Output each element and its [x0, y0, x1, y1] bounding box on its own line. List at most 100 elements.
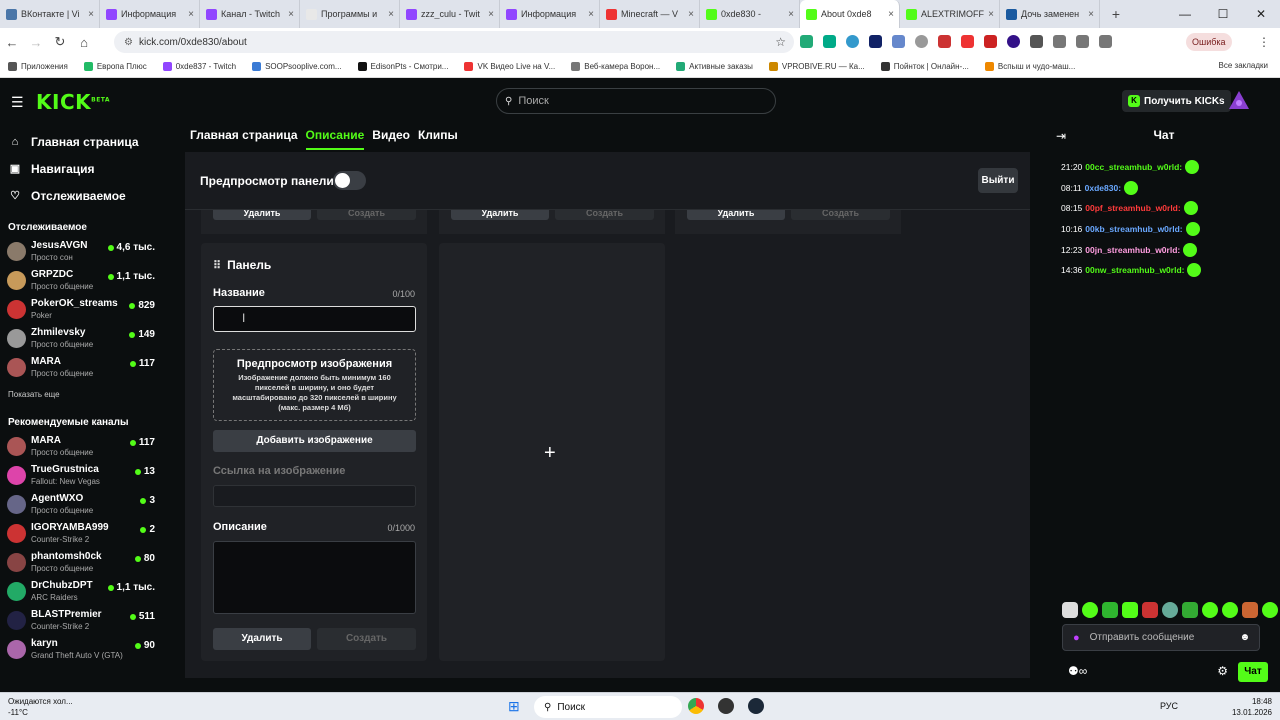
chat-settings-icon[interactable]: ⚙	[1217, 664, 1228, 678]
tab-close-icon[interactable]: ×	[188, 9, 194, 20]
language-indicator[interactable]: РУС	[1160, 701, 1178, 711]
bookmark-item[interactable]: SOOPsooplive.com...	[244, 62, 349, 71]
extension-icon[interactable]	[961, 35, 974, 48]
tab-close-icon[interactable]: ×	[288, 9, 294, 20]
channel-item[interactable]: phantomsh0ck Просто общение 80	[0, 548, 175, 577]
tab-close-icon[interactable]: ×	[488, 9, 494, 20]
bookmark-star-icon[interactable]: ☆	[775, 35, 786, 49]
channel-item[interactable]: TrueGrustnica Fallout: New Vegas 13	[0, 461, 175, 490]
message-username[interactable]: 00jn_streamhub_w0rld:	[1085, 245, 1180, 255]
bookmark-item[interactable]: VPROBIVE.RU — Ка...	[761, 62, 873, 71]
browser-tab[interactable]: Дочь заменен ×	[1000, 0, 1100, 28]
browser-tab[interactable]: Информация ×	[100, 0, 200, 28]
menu-icon[interactable]	[1099, 35, 1112, 48]
browser-tab[interactable]: zzz_culu - Twit ×	[400, 0, 500, 28]
channel-item[interactable]: MARA Просто общение 117	[0, 432, 175, 461]
tab-close-icon[interactable]: ×	[688, 9, 694, 20]
bookmark-item[interactable]: Пойнток | Онлайн-...	[873, 62, 977, 71]
browser-tab[interactable]: Информация ×	[500, 0, 600, 28]
sidebar-nav-item[interactable]: ⌂ Главная страница	[0, 128, 175, 155]
sidebar-nav-item[interactable]: ♡ Отслеживаемое	[0, 182, 175, 209]
hamburger-menu-icon[interactable]: ☰	[11, 94, 24, 111]
message-username[interactable]: 00kb_streamhub_w0rld:	[1085, 224, 1182, 234]
browser-tab[interactable]: Программы и ×	[300, 0, 400, 28]
puzzle-icon[interactable]	[1053, 35, 1066, 48]
emote-icon[interactable]	[1122, 602, 1138, 618]
extension-icon[interactable]	[984, 35, 997, 48]
create-panel-button[interactable]: Создать	[317, 628, 416, 650]
windows-start-icon[interactable]: ⊞	[508, 698, 520, 715]
emote-icon[interactable]	[1102, 602, 1118, 618]
channel-tab[interactable]: Клипы	[418, 128, 458, 150]
channel-item[interactable]: DrChubzDPT ARC Raiders 1,1 тыс.	[0, 577, 175, 606]
url-field[interactable]: ⚙ kick.com/0xde830/about ☆	[114, 31, 794, 53]
site-info-icon[interactable]: ⚙	[124, 37, 133, 48]
reload-icon[interactable]: ↻	[48, 34, 72, 50]
close-window-icon[interactable]: ✕	[1242, 0, 1280, 28]
steam-icon[interactable]	[748, 698, 764, 714]
channel-tab[interactable]: Главная страница	[190, 128, 298, 150]
browser-tab[interactable]: ВКонтакте | Vi ×	[0, 0, 100, 28]
add-panel-plus-icon[interactable]: +	[544, 442, 556, 465]
browser-tab[interactable]: 0xde830 - ×	[700, 0, 800, 28]
channel-item[interactable]: JesusAVGN Просто сон 4,6 тыс.	[0, 237, 175, 266]
tab-close-icon[interactable]: ×	[988, 9, 994, 20]
tab-close-icon[interactable]: ×	[388, 9, 394, 20]
bookmark-item[interactable]: EdisonPts - Смотри...	[350, 62, 457, 71]
channel-item[interactable]: MARA Просто общение 117	[0, 353, 175, 382]
taskbar-search[interactable]: ⚲ Поиск	[534, 696, 682, 718]
message-username[interactable]: 0xde830:	[1085, 183, 1121, 193]
channel-item[interactable]: IGORYAMBA999 Counter-Strike 2 2	[0, 519, 175, 548]
channel-item[interactable]: Zhmilevsky Просто общение 149	[0, 324, 175, 353]
sidebar-nav-item[interactable]: ▣ Навигация	[0, 155, 175, 182]
back-icon[interactable]: ←	[0, 35, 24, 50]
message-username[interactable]: 00nw_streamhub_w0rld:	[1085, 265, 1184, 275]
error-badge[interactable]: Ошибка	[1186, 33, 1232, 51]
extension-icon[interactable]	[846, 35, 859, 48]
name-input[interactable]: I	[213, 306, 416, 332]
extension-icon[interactable]	[800, 35, 813, 48]
channel-item[interactable]: AgentWXO Просто общение 3	[0, 490, 175, 519]
bookmark-item[interactable]: 0xde837 - Twitch	[155, 62, 244, 71]
bookmark-item[interactable]: Приложения	[0, 62, 76, 71]
emote-icon[interactable]	[1142, 602, 1158, 618]
extension-icon[interactable]	[823, 35, 836, 48]
channel-item[interactable]: GRPZDC Просто общение 1,1 тыс.	[0, 266, 175, 295]
new-tab-icon[interactable]: +	[1106, 6, 1126, 22]
browser-tab[interactable]: Minecraft — V ×	[600, 0, 700, 28]
bookmark-item[interactable]: Европа Плюс	[76, 62, 155, 71]
home-icon[interactable]: ⌂	[72, 35, 96, 50]
user-avatar-icon[interactable]	[1228, 90, 1250, 110]
extension-icon[interactable]	[938, 35, 951, 48]
message-username[interactable]: 00pf_streamhub_w0rld:	[1085, 203, 1180, 213]
channel-item[interactable]: BLASTPremier Counter-Strike 2 511	[0, 606, 175, 635]
extension-icon[interactable]	[892, 35, 905, 48]
extension-icon[interactable]	[915, 35, 928, 48]
tab-close-icon[interactable]: ×	[788, 9, 794, 20]
chat-input-box[interactable]: ● ☻	[1062, 624, 1260, 651]
emote-icon[interactable]	[1062, 602, 1078, 618]
tab-close-icon[interactable]: ×	[88, 9, 94, 20]
search-input[interactable]	[518, 95, 759, 107]
chrome-icon[interactable]	[688, 698, 704, 714]
maximize-icon[interactable]: ☐	[1204, 0, 1242, 28]
drag-handle-icon[interactable]: ⠿	[213, 259, 221, 272]
panel-preview-toggle[interactable]	[333, 171, 366, 190]
forward-icon[interactable]: →	[24, 35, 48, 50]
weather-widget[interactable]: Ожидаются хол... -11°C	[8, 696, 73, 718]
channel-item[interactable]: karyn Grand Theft Auto V (GTA) 90	[0, 635, 175, 664]
bookmark-item[interactable]: Активные заказы	[668, 62, 761, 71]
extension-icon[interactable]	[1030, 35, 1043, 48]
tab-close-icon[interactable]: ×	[588, 9, 594, 20]
kicks-balance-icon[interactable]: ⚉∞	[1068, 664, 1087, 678]
minimize-icon[interactable]: —	[1166, 0, 1204, 28]
tab-close-icon[interactable]: ×	[888, 9, 894, 20]
bookmark-item[interactable]: Вспыш и чудо-маш...	[977, 62, 1083, 71]
emote-icon[interactable]	[1202, 602, 1218, 618]
kick-logo[interactable]: KICKBETA	[36, 90, 110, 114]
send-chat-button[interactable]: Чат	[1238, 662, 1268, 682]
browser-tab[interactable]: About 0xde8 ×	[800, 0, 900, 28]
add-image-button[interactable]: Добавить изображение	[213, 430, 416, 452]
all-bookmarks-link[interactable]: Все закладки	[1219, 61, 1268, 70]
delete-panel-button[interactable]: Удалить	[213, 628, 311, 650]
